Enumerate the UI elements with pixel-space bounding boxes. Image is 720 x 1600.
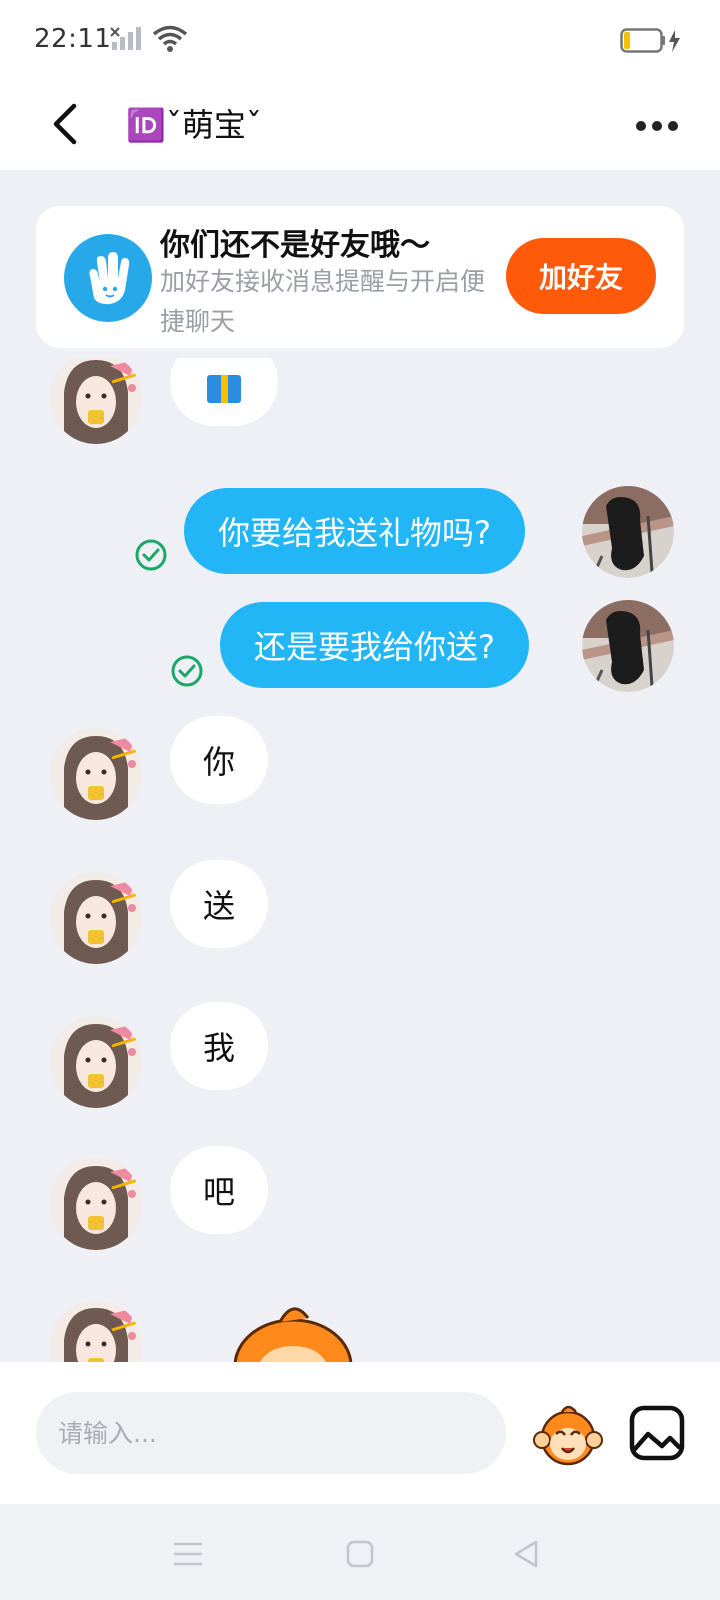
more-options-icon[interactable] [634, 106, 680, 146]
status-bar: 22:11 [0, 0, 720, 80]
message-input[interactable] [36, 1392, 506, 1474]
back-nav-icon[interactable] [506, 1534, 546, 1574]
status-time: 22:11 [34, 24, 112, 54]
incoming-message-bubble[interactable]: 你 [170, 716, 268, 804]
incoming-message-bubble[interactable]: 我 [170, 1002, 268, 1090]
chat-title: 🆔ˇ萌宝ˇ [126, 106, 262, 144]
monkey-sticker-icon[interactable] [228, 1296, 358, 1362]
gift-message-bubble[interactable] [170, 358, 278, 426]
wave-hand-icon [64, 234, 152, 322]
chat-header: 🆔ˇ萌宝ˇ [0, 80, 720, 170]
my-avatar[interactable] [582, 486, 674, 578]
monkey-emoji-button-icon[interactable] [532, 1398, 604, 1470]
contact-avatar[interactable] [50, 1300, 142, 1362]
system-navigation-bar [0, 1504, 720, 1600]
image-picker-icon[interactable] [628, 1404, 686, 1462]
gift-icon [207, 375, 241, 403]
read-check-icon [135, 539, 167, 571]
add-friend-button[interactable]: 加好友 [506, 238, 656, 314]
menu-nav-icon[interactable] [168, 1534, 208, 1574]
contact-avatar[interactable] [50, 1158, 142, 1250]
not-friends-card: 你们还不是好友哦～ 加好友接收消息提醒与开启便捷聊天 加好友 [36, 206, 684, 348]
outgoing-message-bubble[interactable]: 还是要我给你送? [220, 602, 529, 688]
message-list[interactable]: 你要给我送礼物吗? 还是要我给你送? 你 送 我 吧 [0, 358, 720, 1362]
outgoing-message-bubble[interactable]: 你要给我送礼物吗? [184, 488, 525, 574]
card-subtitle: 加好友接收消息提醒与开启便捷聊天 [160, 267, 486, 336]
read-check-icon [171, 655, 203, 687]
incoming-message-bubble[interactable]: 吧 [170, 1146, 268, 1234]
wifi-icon [152, 25, 188, 52]
my-avatar[interactable] [582, 600, 674, 692]
back-arrow-icon[interactable] [46, 96, 86, 152]
home-nav-icon[interactable] [340, 1534, 380, 1574]
contact-avatar[interactable] [50, 872, 142, 964]
chat-title-wrap: 🆔ˇ萌宝ˇ [126, 98, 262, 148]
contact-avatar[interactable] [50, 1016, 142, 1108]
incoming-message-bubble[interactable]: 送 [170, 860, 268, 948]
battery-icon [620, 28, 680, 53]
contact-avatar[interactable] [50, 358, 142, 444]
card-title: 你们还不是好友哦～ [160, 228, 430, 263]
signal-icon [110, 27, 141, 50]
input-bar [0, 1362, 720, 1504]
contact-avatar[interactable] [50, 728, 142, 820]
